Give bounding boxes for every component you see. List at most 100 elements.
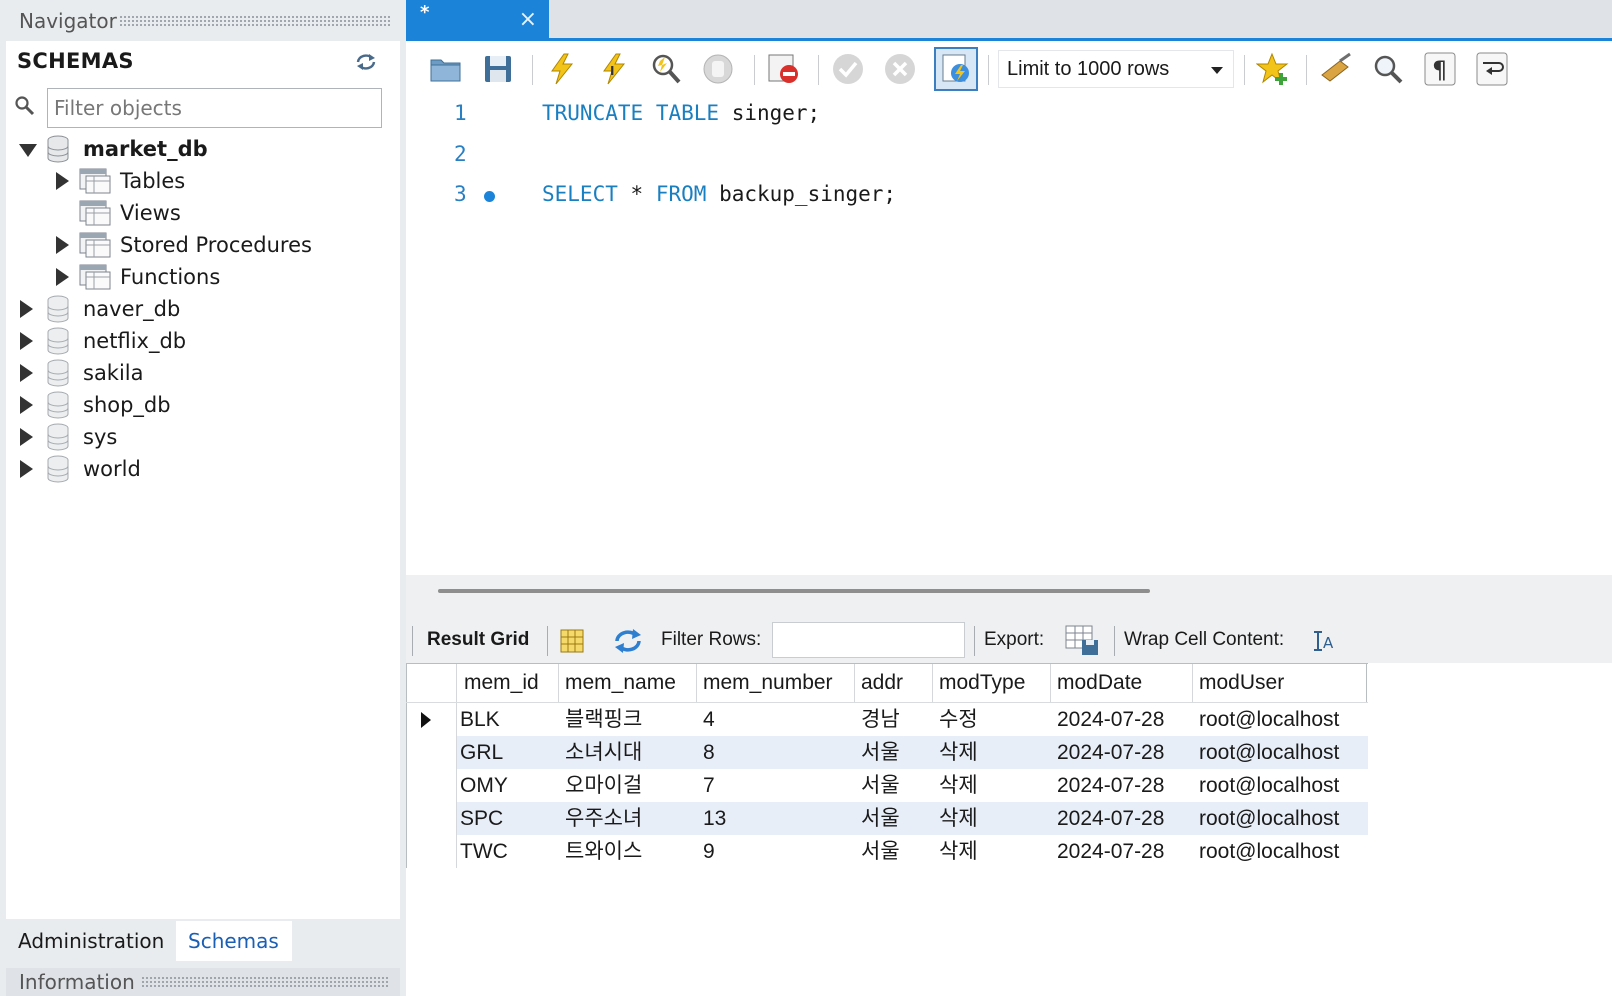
expand-arrow-icon[interactable] xyxy=(20,364,33,382)
cell-mod-type[interactable]: 수정 xyxy=(933,703,978,736)
sql-code-editor[interactable]: 1 TRUNCATE TABLE singer; 2 3 SELECT * FR… xyxy=(406,97,1612,575)
cell-mod-type[interactable]: 삭제 xyxy=(933,802,978,835)
cell-mem-id[interactable]: TWC xyxy=(454,835,508,868)
table-row[interactable]: BLK 블랙핑크 4 경남 수정 2024-07-28 root@localho… xyxy=(406,703,1368,736)
cell-addr[interactable]: 경남 xyxy=(855,703,900,736)
table-row[interactable]: TWC 트와이스 9 서울 삭제 2024-07-28 root@localho… xyxy=(406,835,1368,868)
cell-mem-number[interactable]: 7 xyxy=(697,769,715,802)
expand-arrow-icon[interactable] xyxy=(20,396,33,414)
cell-mod-user[interactable]: root@localhost xyxy=(1193,802,1339,835)
cell-mem-name[interactable]: 블랙핑크 xyxy=(559,703,642,736)
close-icon[interactable]: × xyxy=(519,7,537,32)
tree-item-tables[interactable]: Tables xyxy=(6,165,400,197)
filter-rows-input[interactable] xyxy=(772,622,965,658)
tab-schemas[interactable]: Schemas xyxy=(176,921,292,961)
tab-administration[interactable]: Administration xyxy=(6,921,176,961)
cell-mod-type[interactable]: 삭제 xyxy=(933,835,978,868)
horizontal-scrollbar[interactable] xyxy=(438,589,1150,593)
schema-item-sys[interactable]: sys xyxy=(6,421,400,453)
toggle-error-icon[interactable] xyxy=(766,51,802,87)
cell-addr[interactable]: 서울 xyxy=(855,769,900,802)
cell-mem-number[interactable]: 4 xyxy=(697,703,715,736)
cell-mod-date[interactable]: 2024-07-28 xyxy=(1051,736,1164,769)
table-row[interactable]: SPC 우주소녀 13 서울 삭제 2024-07-28 root@localh… xyxy=(406,802,1368,835)
cell-mem-name[interactable]: 우주소녀 xyxy=(559,802,642,835)
cell-mod-user[interactable]: root@localhost xyxy=(1193,835,1339,868)
word-wrap-icon[interactable] xyxy=(1474,51,1510,87)
cell-mod-user[interactable]: root@localhost xyxy=(1193,703,1339,736)
schema-item-market-db[interactable]: market_db xyxy=(6,133,400,165)
schema-item-shop-db[interactable]: shop_db xyxy=(6,389,400,421)
row-header[interactable] xyxy=(406,835,457,868)
expand-arrow-icon[interactable] xyxy=(20,460,33,478)
cell-mem-id[interactable]: BLK xyxy=(454,703,500,736)
row-header[interactable] xyxy=(406,703,457,736)
beautify-icon[interactable] xyxy=(1318,51,1354,87)
rollback-icon[interactable] xyxy=(882,51,918,87)
expand-arrow-icon[interactable] xyxy=(20,332,33,350)
cell-mem-id[interactable]: OMY xyxy=(454,769,508,802)
explain-icon[interactable] xyxy=(648,51,684,87)
save-icon[interactable] xyxy=(480,51,516,87)
expand-arrow-icon[interactable] xyxy=(56,268,69,286)
invisible-chars-icon[interactable]: ¶ xyxy=(1422,51,1458,87)
commit-icon[interactable] xyxy=(830,51,866,87)
column-header[interactable]: modType xyxy=(933,664,1051,702)
column-header[interactable]: mem_id xyxy=(458,664,559,702)
cell-mem-number[interactable]: 9 xyxy=(697,835,715,868)
cell-mem-name[interactable]: 오마이걸 xyxy=(559,769,642,802)
expand-arrow-icon[interactable] xyxy=(56,172,69,190)
grid-layout-icon[interactable] xyxy=(559,628,585,654)
schema-item-sakila[interactable]: sakila xyxy=(6,357,400,389)
result-grid-tab[interactable]: Result Grid xyxy=(427,617,529,663)
tree-item-views[interactable]: Views xyxy=(6,197,400,229)
cell-mod-user[interactable]: root@localhost xyxy=(1193,736,1339,769)
row-header[interactable] xyxy=(406,769,457,802)
collapse-arrow-icon[interactable] xyxy=(19,144,37,157)
query-tab[interactable]: * × xyxy=(406,0,549,40)
cell-addr[interactable]: 서울 xyxy=(855,835,900,868)
cell-mem-id[interactable]: GRL xyxy=(454,736,503,769)
column-header[interactable]: modDate xyxy=(1051,664,1193,702)
export-icon[interactable] xyxy=(1064,624,1100,656)
row-header[interactable] xyxy=(406,802,457,835)
execute-current-icon[interactable]: I xyxy=(596,51,632,87)
tree-item-functions[interactable]: Functions xyxy=(6,261,400,293)
expand-arrow-icon[interactable] xyxy=(20,300,33,318)
cell-addr[interactable]: 서울 xyxy=(855,802,900,835)
column-header[interactable]: mem_number xyxy=(697,664,855,702)
filter-objects-input[interactable] xyxy=(47,88,382,128)
wrap-cell-icon[interactable]: A xyxy=(1312,629,1336,653)
limit-rows-select[interactable]: Limit to 1000 rows xyxy=(998,50,1234,88)
column-header[interactable]: modUser xyxy=(1193,664,1367,702)
schema-item-world[interactable]: world xyxy=(6,453,400,485)
panel-grip[interactable] xyxy=(118,15,390,27)
cell-mod-date[interactable]: 2024-07-28 xyxy=(1051,835,1164,868)
cell-mem-name[interactable]: 트와이스 xyxy=(559,835,642,868)
row-header[interactable] xyxy=(406,736,457,769)
row-header-gutter[interactable] xyxy=(406,664,457,702)
cell-mem-id[interactable]: SPC xyxy=(454,802,503,835)
execute-icon[interactable] xyxy=(544,51,580,87)
expand-arrow-icon[interactable] xyxy=(56,236,69,254)
open-folder-icon[interactable] xyxy=(428,51,464,87)
cell-mod-date[interactable]: 2024-07-28 xyxy=(1051,769,1164,802)
panel-grip[interactable] xyxy=(140,976,390,988)
cell-mod-user[interactable]: root@localhost xyxy=(1193,769,1339,802)
schema-item-naver-db[interactable]: naver_db xyxy=(6,293,400,325)
column-header[interactable]: addr xyxy=(855,664,933,702)
schema-item-netflix-db[interactable]: netflix_db xyxy=(6,325,400,357)
add-snippet-icon[interactable] xyxy=(1256,51,1292,87)
find-icon[interactable] xyxy=(1370,51,1406,87)
table-row[interactable]: OMY 오마이걸 7 서울 삭제 2024-07-28 root@localho… xyxy=(406,769,1368,802)
column-header[interactable]: mem_name xyxy=(559,664,697,702)
cell-addr[interactable]: 서울 xyxy=(855,736,900,769)
autocommit-icon[interactable] xyxy=(934,47,978,91)
refresh-results-icon[interactable] xyxy=(612,627,644,655)
table-row[interactable]: GRL 소녀시대 8 서울 삭제 2024-07-28 root@localho… xyxy=(406,736,1368,769)
cell-mem-name[interactable]: 소녀시대 xyxy=(559,736,642,769)
stop-icon[interactable] xyxy=(700,51,736,87)
cell-mem-number[interactable]: 13 xyxy=(697,802,726,835)
cell-mem-number[interactable]: 8 xyxy=(697,736,715,769)
information-header[interactable]: Information xyxy=(6,968,400,996)
